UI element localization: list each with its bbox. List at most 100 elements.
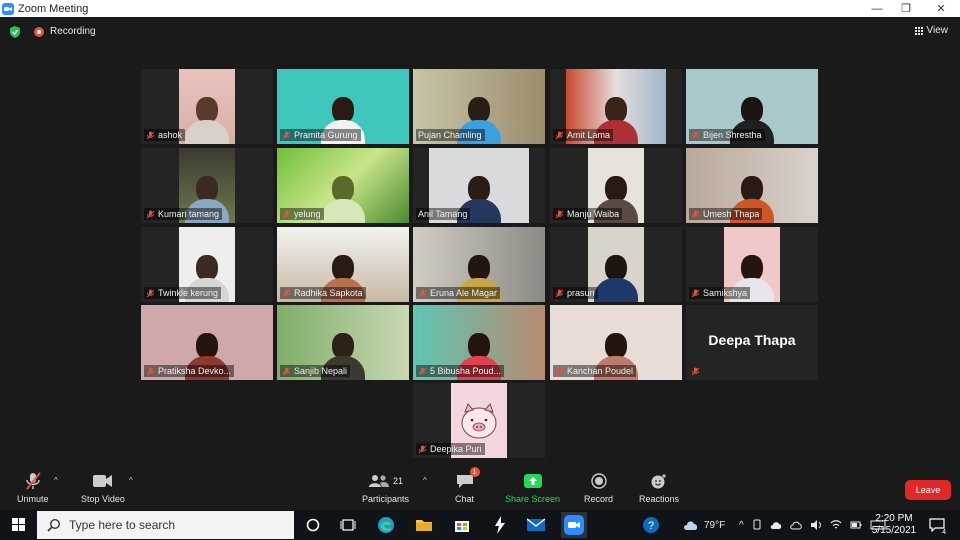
window-titlebar: Zoom Meeting — ❐ ✕ (0, 0, 960, 17)
power-automate-icon[interactable] (489, 514, 511, 536)
onedrive-cloud-icon[interactable] (770, 521, 782, 530)
muted-mic-icon (282, 289, 291, 297)
participant-tile[interactable]: Pratiksha Devko... (141, 305, 273, 380)
meeting-toolbar: Unmute ^ Stop Video ^ 21 Participants ^ … (0, 466, 960, 510)
muted-mic-icon (146, 289, 155, 297)
shield-icon[interactable] (9, 26, 21, 38)
participant-name: Manju Waiba (567, 209, 620, 219)
muted-mic-icon (555, 367, 564, 375)
participant-tile[interactable]: ashok (141, 69, 273, 144)
search-placeholder: Type here to search (69, 518, 176, 532)
share-screen-icon (523, 474, 542, 488)
onedrive-personal-cloud-icon[interactable] (789, 521, 802, 530)
participants-button[interactable]: 21 Participants (362, 472, 409, 504)
participant-name: Amit Lama (567, 130, 611, 140)
participant-tile[interactable]: yelung (277, 148, 409, 223)
unmute-label: Unmute (17, 494, 49, 504)
participant-tile[interactable]: prasun (550, 227, 682, 302)
share-screen-button[interactable]: Share Screen (505, 472, 560, 504)
participants-label: Participants (362, 494, 410, 504)
participant-tile[interactable]: Amit Lama (550, 69, 682, 144)
edge-browser-icon[interactable] (375, 514, 397, 536)
audio-options-caret-icon[interactable]: ^ (54, 476, 58, 485)
muted-mic-icon (691, 367, 700, 375)
participant-tile[interactable]: Anil Tamang (413, 148, 545, 223)
participant-tile[interactable]: Deepika Puri (413, 383, 545, 458)
notification-center-icon[interactable]: 4 (926, 514, 948, 536)
participant-tile[interactable]: Kumari tamang (141, 148, 273, 223)
record-button[interactable]: Record (584, 472, 613, 504)
muted-mic-icon (146, 131, 155, 139)
participant-tile[interactable]: Twinkle kerung (141, 227, 273, 302)
participant-name: Umesh Thapa (703, 209, 760, 219)
participant-name: Anil Tamang (418, 209, 468, 219)
show-hidden-icons-chevron-icon[interactable]: ^ (739, 520, 744, 531)
help-icon[interactable]: ? (640, 514, 662, 536)
cortana-icon[interactable] (302, 514, 324, 536)
chat-button[interactable]: 1 Chat (455, 467, 480, 504)
meeting-top-bar: Recording View (0, 17, 960, 47)
muted-mic-icon (418, 367, 427, 375)
participant-tile[interactable]: Deepa Thapa (686, 305, 818, 380)
taskbar-clock[interactable]: 2:20 PM 5/15/2021 (866, 513, 922, 537)
participant-tile[interactable]: 5 Bibusha Poud... (413, 305, 545, 380)
weather-widget[interactable]: 79°F (683, 510, 725, 540)
participant-name: Kanchan Poudel (567, 366, 634, 376)
participants-options-caret-icon[interactable]: ^ (423, 476, 427, 485)
recording-icon (34, 27, 44, 37)
muted-mic-icon (146, 367, 155, 375)
chat-label: Chat (455, 494, 475, 504)
mail-icon[interactable] (525, 514, 547, 536)
microsoft-store-icon[interactable] (451, 514, 473, 536)
windows-start-icon[interactable] (12, 518, 25, 531)
participant-name: Pramita Gurung (294, 130, 358, 140)
wifi-icon[interactable] (830, 520, 842, 530)
clock-date: 5/15/2021 (871, 525, 917, 536)
view-button[interactable]: View (914, 25, 948, 36)
leave-meeting-button[interactable]: Leave (905, 480, 951, 500)
video-feed (179, 69, 235, 144)
name-tag: Twinkle kerung (144, 287, 222, 299)
recording-label: Recording (50, 26, 96, 37)
speaker-volume-icon[interactable] (810, 520, 822, 530)
participant-tile[interactable]: Kanchan Poudel (550, 305, 682, 380)
participant-tile[interactable]: Sanjib Nepali (277, 305, 409, 380)
participant-tile[interactable]: Manju Waiba (550, 148, 682, 223)
muted-mic-icon (282, 131, 291, 139)
muted-mic-icon (555, 289, 564, 297)
device-icon[interactable] (752, 519, 762, 531)
name-tag: Samikshya (689, 287, 751, 299)
restore-button[interactable]: ❐ (889, 0, 923, 17)
battery-icon[interactable] (850, 520, 862, 530)
clock-time: 2:20 PM (875, 513, 913, 524)
participant-tile[interactable]: Umesh Thapa (686, 148, 818, 223)
unmute-button[interactable]: Unmute (17, 472, 49, 504)
video-options-caret-icon[interactable]: ^ (129, 476, 133, 485)
pig-avatar-icon (461, 402, 497, 438)
cloud-weather-icon (684, 521, 698, 530)
notification-count-badge: 4 (940, 529, 948, 536)
name-tag: Pratiksha Devko... (144, 365, 235, 377)
reactions-button[interactable]: Reactions (639, 472, 679, 504)
close-button[interactable]: ✕ (924, 0, 958, 17)
participant-name: Twinkle kerung (158, 288, 219, 298)
taskbar-search-box[interactable]: Type here to search (37, 511, 294, 539)
file-explorer-icon[interactable] (413, 514, 435, 536)
stop-video-button[interactable]: Stop Video (81, 472, 125, 504)
windows-taskbar: Type here to search ? 79°F ^ 2:20 PM 5/1… (0, 510, 960, 540)
muted-mic-icon (555, 210, 564, 218)
muted-mic-icon (146, 210, 155, 218)
task-view-icon[interactable] (337, 514, 359, 536)
participant-tile[interactable]: Eruna Ale Magar (413, 227, 545, 302)
participant-tile[interactable]: Pramita Gurung (277, 69, 409, 144)
name-tag: Kanchan Poudel (553, 365, 637, 377)
svg-text:?: ? (648, 520, 654, 532)
zoom-taskbar-icon[interactable] (561, 512, 587, 538)
participant-tile[interactable]: Radhika Sapkota (277, 227, 409, 302)
name-tag: Kumari tamang (144, 208, 223, 220)
muted-mic-icon (555, 131, 564, 139)
active-speaker-tile[interactable]: Pujan Chamling (413, 69, 545, 144)
name-tag: 5 Bibusha Poud... (416, 365, 505, 377)
participant-tile[interactable]: Bijen Shrestha (686, 69, 818, 144)
participant-tile[interactable]: Samikshya (686, 227, 818, 302)
